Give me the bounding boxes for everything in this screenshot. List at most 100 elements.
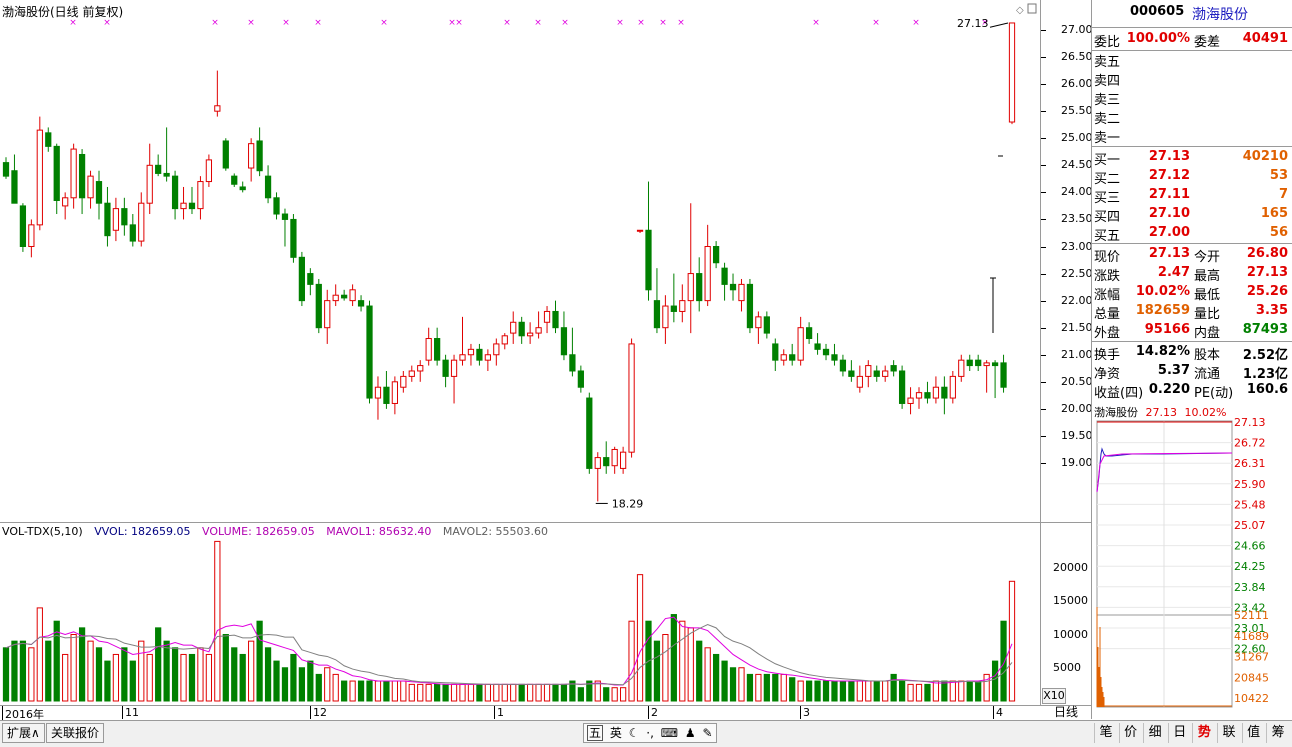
candle-body <box>374 386 382 399</box>
candle-body <box>873 370 880 377</box>
moon-icon[interactable]: ☾ <box>629 726 640 740</box>
mini-intraday-chart[interactable]: 渤海股份 27.13 10.02% 27.13 26.72 26.31 25.90 25… <box>1091 404 1292 719</box>
price-tick: 19.00 <box>1061 456 1093 469</box>
ime-lang-icon[interactable]: 英 <box>610 726 622 740</box>
candle-body <box>341 294 348 299</box>
candle-body <box>400 375 407 388</box>
price-tick-mark <box>1041 246 1046 248</box>
buy-volume: 56 <box>1269 225 1288 240</box>
kline-chart[interactable]: 渤海股份(日线 前复权) × × × × × × × × × × × × × × × × × × × × 27.13 18… <box>0 0 1041 523</box>
price-axis: 27.00 26.50 26.00 25.50 25.00 24.50 24.00 23.50… <box>1041 0 1093 523</box>
ime-mode-icon[interactable]: 五 <box>587 725 604 741</box>
volume-bar <box>772 673 779 702</box>
x10-button[interactable]: X10 <box>1042 688 1066 704</box>
volume-bar <box>501 683 508 702</box>
volume-bar <box>662 634 669 702</box>
candle-body <box>839 359 847 372</box>
candle-body <box>298 256 306 302</box>
candle-body <box>121 208 128 226</box>
tab-2[interactable]: 细 <box>1143 723 1166 743</box>
period-button[interactable]: 日线 <box>1041 705 1091 720</box>
tab-1[interactable]: 价 <box>1118 723 1142 743</box>
tab-0[interactable]: 笔 <box>1094 723 1117 743</box>
candle-body <box>408 370 415 377</box>
stat-value: 87493 <box>1242 322 1288 337</box>
marker-x: × <box>314 18 322 28</box>
volume-bar <box>628 620 635 702</box>
candle-body <box>611 448 618 467</box>
price-tick-mark <box>1041 300 1046 302</box>
stat-label: 涨跌 <box>1094 269 1121 284</box>
volume-bar <box>87 640 94 702</box>
candle-body <box>721 267 728 285</box>
buy-label: 买五 <box>1094 229 1121 244</box>
settings-icon[interactable]: ✎ <box>703 726 713 740</box>
candle-body <box>882 370 889 377</box>
mini-canvas[interactable]: 27.13 26.72 26.31 25.90 25.48 25.07 24.66 24.25… <box>1092 404 1292 719</box>
volume-chart[interactable]: VOL-TDX(5,10) VVOL: 182659.05 VOLUME: 18… <box>0 523 1041 706</box>
mini-vol-tick: 52111 <box>1234 609 1269 622</box>
volume-bar <box>527 683 534 702</box>
sell-row: 卖一 <box>1094 126 1290 146</box>
stat-value: 3.35 <box>1255 303 1288 318</box>
candle-body <box>1000 362 1007 388</box>
volume-bar <box>932 680 940 702</box>
candle-body <box>231 175 238 185</box>
marker-x: × <box>637 18 645 28</box>
candle-body <box>620 451 627 469</box>
related-quote-tab[interactable]: 关联报价 <box>46 723 105 743</box>
buy-volume: 53 <box>1269 168 1288 183</box>
candle-body <box>450 359 458 377</box>
candle-body <box>357 300 365 307</box>
marker-x: × <box>534 18 542 28</box>
punctuation-icon[interactable]: ·, <box>646 726 654 740</box>
tab-3[interactable]: 日 <box>1167 723 1191 743</box>
candle-body <box>662 305 669 329</box>
buy-price: 27.13 <box>1148 149 1190 164</box>
vol-indicator[interactable]: VOL-TDX(5,10) <box>2 525 83 538</box>
stat-value: 182659 <box>1135 303 1190 318</box>
candle-body <box>155 164 162 174</box>
price-tick: 24.00 <box>1061 185 1093 199</box>
ime-toolbar[interactable]: 五 英 ☾ ·, ⌨ ♟ ✎ <box>583 723 717 743</box>
price-tick-mark <box>1041 165 1046 167</box>
stat-value: 10.02% <box>1135 284 1190 299</box>
price-tick: 26.00 <box>1061 77 1093 91</box>
volume-bar <box>442 683 449 702</box>
candle-body <box>755 316 762 329</box>
tab-6[interactable]: 值 <box>1241 723 1265 743</box>
keyboard-icon[interactable]: ⌨ <box>661 726 678 740</box>
volume-bar <box>155 627 162 702</box>
user-icon[interactable]: ♟ <box>685 726 696 740</box>
tab-5[interactable]: 联 <box>1217 723 1240 743</box>
marker-x: × <box>503 18 511 28</box>
candle-body <box>273 197 280 215</box>
volume-bar <box>915 683 923 702</box>
candle-body <box>146 164 153 204</box>
volume-bar <box>104 660 111 702</box>
candle-body <box>459 354 466 361</box>
bottom-bar: 扩展∧ 关联报价 五 英 ☾ ·, ⌨ ♟ ✎ 笔价细日势联值筹 <box>0 720 1292 747</box>
price-tick: 24.50 <box>1061 158 1093 172</box>
volume-bar <box>2 647 10 702</box>
expand-tab[interactable]: 扩展∧ <box>2 723 45 743</box>
candle-body <box>789 354 796 361</box>
price-tick: 19.50 <box>1061 428 1093 442</box>
mini-price-tick: 26.72 <box>1234 437 1266 450</box>
candle-body <box>222 140 229 169</box>
kline-canvas[interactable]: × × × × × × × × × × × × × × × × × × × ×27.1318.29◇ <box>0 0 1040 522</box>
candle-body <box>171 175 179 210</box>
tab-4[interactable]: 势 <box>1192 723 1215 743</box>
volume-bar <box>510 683 517 702</box>
volume-canvas[interactable] <box>0 523 1040 705</box>
volume-header: VOL-TDX(5,10) VVOL: 182659.05 VOLUME: 18… <box>2 525 556 538</box>
tab-7[interactable]: 筹 <box>1266 723 1289 743</box>
price-tick-mark <box>1041 273 1046 275</box>
stat-value: 25.26 <box>1246 284 1288 299</box>
stat2-value: 2.52亿 <box>1242 348 1288 363</box>
volume-bar <box>543 683 551 702</box>
volume-bar <box>890 673 897 702</box>
candle-body <box>307 273 314 285</box>
candle-body <box>941 386 948 399</box>
volume-bar <box>518 683 525 702</box>
